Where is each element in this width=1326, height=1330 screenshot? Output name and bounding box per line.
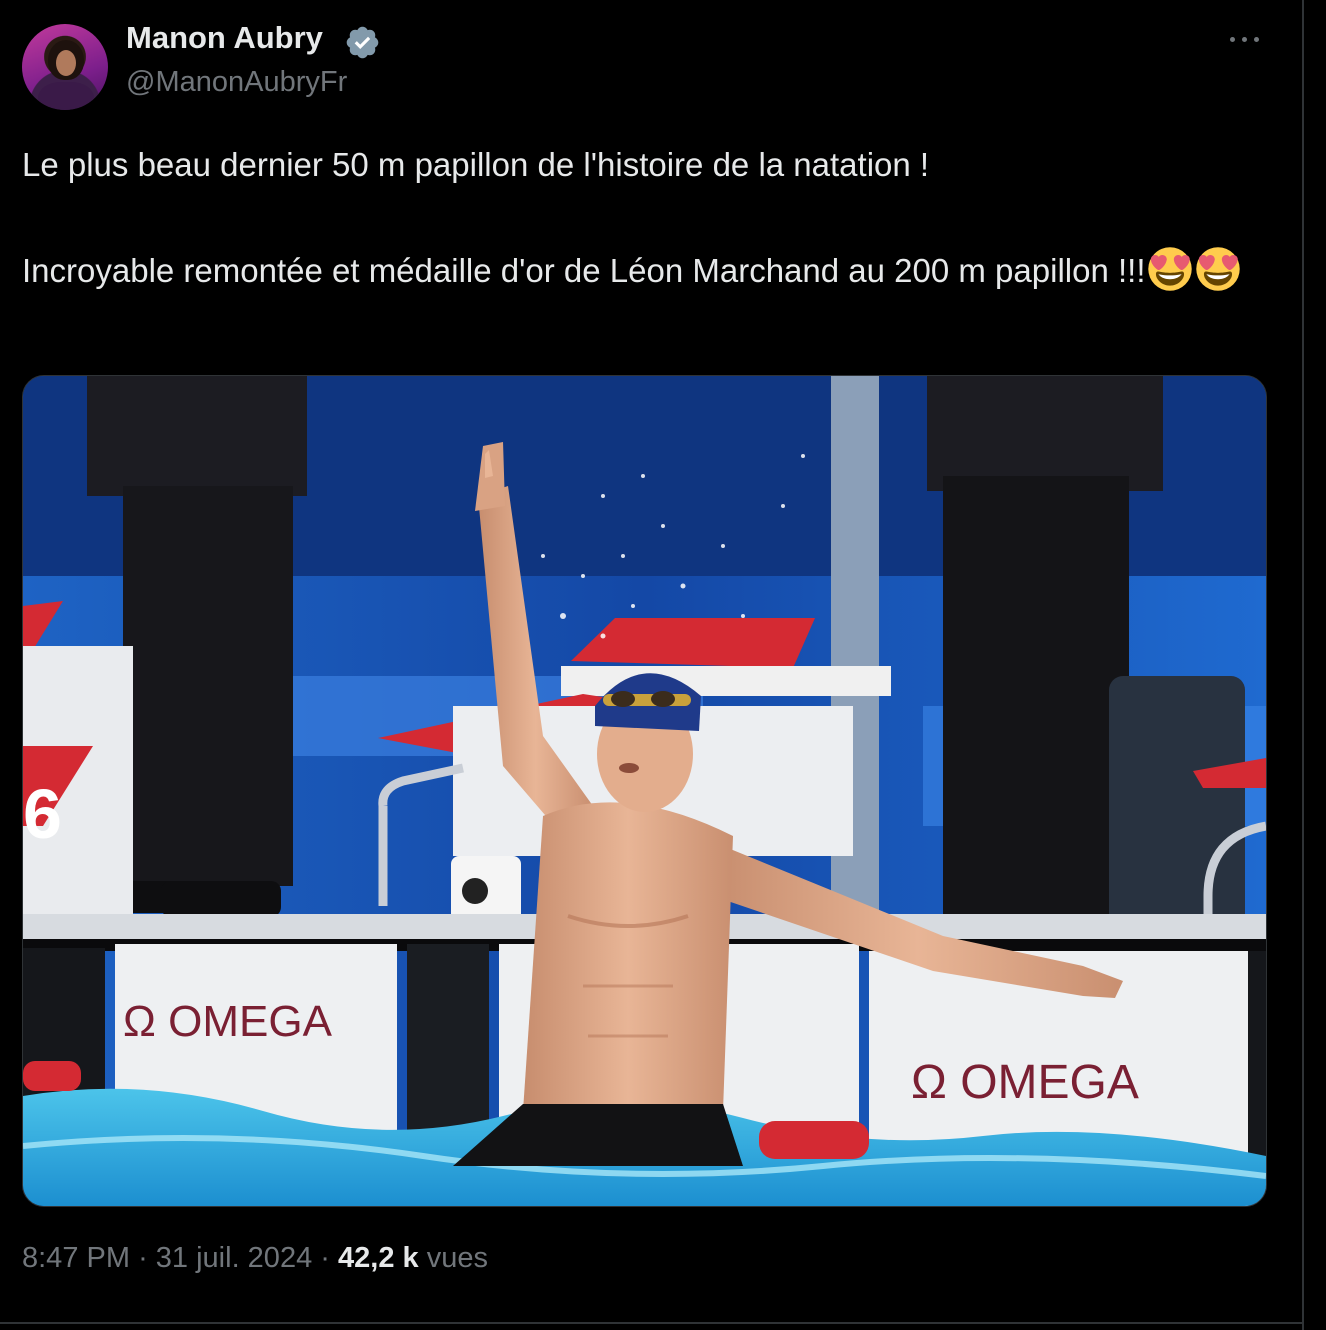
tweet-photo[interactable]: 6 Ω OMEGA Ω OMEGA [22,375,1267,1207]
lane-number: 6 [23,775,62,853]
heart-eyes-emoji-icon [1196,247,1241,291]
tweet: Manon Aubry @ManonAubryFr Le plus beau d… [0,0,1302,1330]
heart-eyes-emoji-icon [1148,247,1193,291]
views-count[interactable]: 42,2 k [338,1242,419,1274]
column-border [1302,0,1304,1330]
tweet-date[interactable]: 31 juil. 2024 [156,1242,312,1274]
meta-separator: · [320,1242,330,1274]
tweet-time[interactable]: 8:47 PM [22,1242,130,1274]
swimmer-photo-illustration: 6 Ω OMEGA Ω OMEGA [23,376,1266,1206]
tweet-line-1: Le plus beau dernier 50 m papillon de l'… [22,146,930,183]
views-label: vues [426,1242,488,1274]
avatar-face [56,50,76,76]
more-dots-icon[interactable] [1226,24,1264,54]
meta-separator: · [138,1242,148,1274]
avatar[interactable] [22,24,108,110]
tweet-line-2-text: Incroyable remontée et médaille d'or de … [22,252,1146,289]
tweet-meta: 8:47 PM · 31 juil. 2024 · 42,2 k vues [22,1242,488,1275]
omega-logo-right: Ω OMEGA [911,1056,1139,1109]
tweet-line-2: Incroyable remontée et médaille d'or de … [22,244,1262,297]
tweet-text: Le plus beau dernier 50 m papillon de l'… [22,138,1262,297]
author-name[interactable]: Manon Aubry [126,20,323,56]
omega-logo-left: Ω OMEGA [123,997,333,1046]
divider [0,1322,1302,1324]
author-handle[interactable]: @ManonAubryFr [126,66,347,99]
avatar-body [38,82,94,110]
verified-badge-icon [346,26,379,59]
